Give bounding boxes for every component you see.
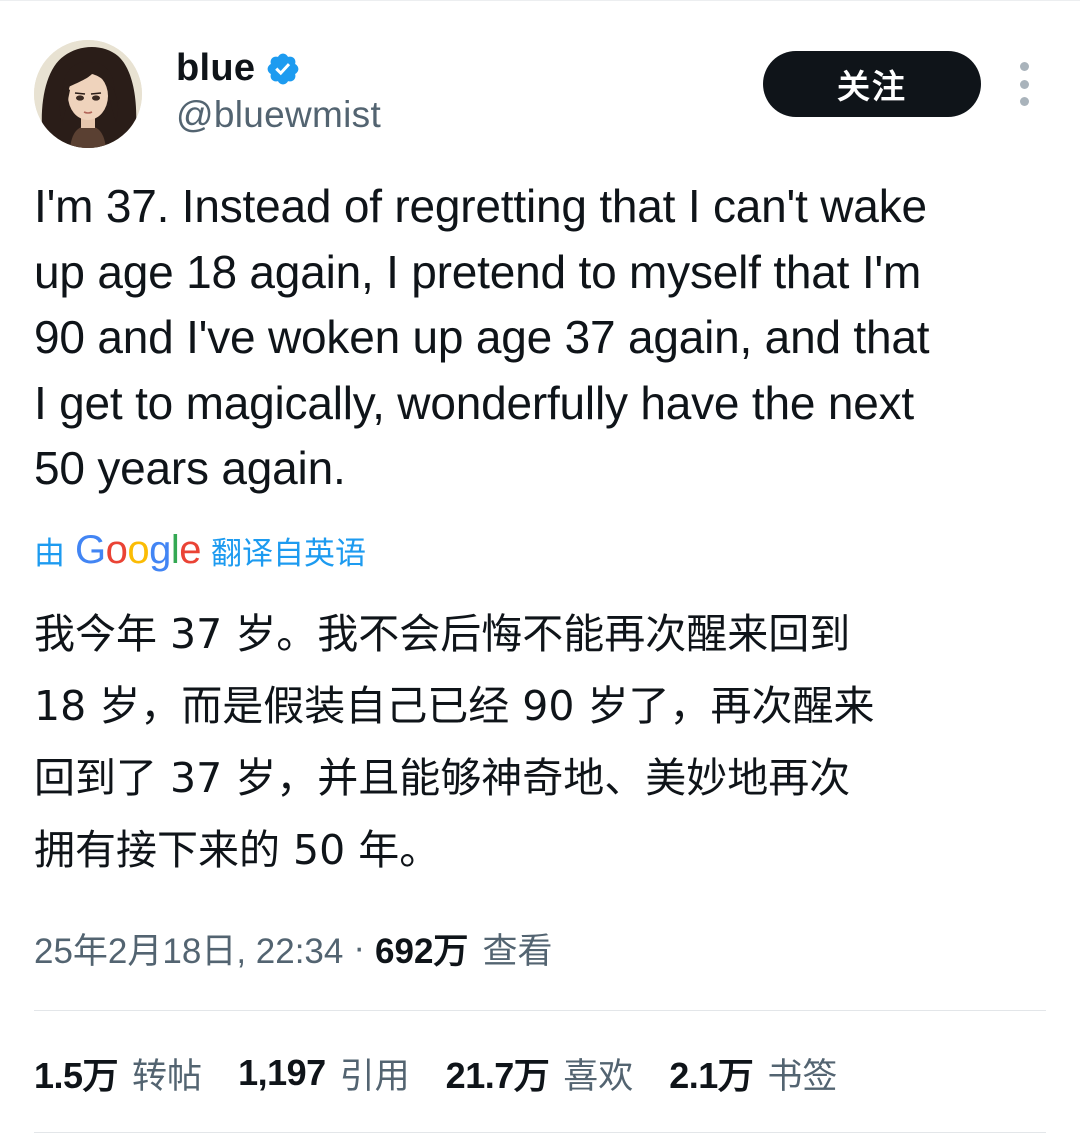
translated-text-line: 18 岁，而是假装自己已经 90 岁了，再次醒来	[34, 682, 875, 730]
more-dot	[1019, 79, 1029, 89]
google-letter: G	[75, 528, 106, 572]
views-label: 查看	[482, 931, 553, 972]
engagement-stats: 1.5万 转帖 1,197 引用 21.7万 喜欢 2.1万 书签	[34, 1044, 873, 1102]
translation-prefix: 由	[34, 535, 65, 572]
stat-count: 1.5万	[34, 1055, 119, 1096]
translated-text-line: 我今年 37 岁。我不会后悔不能再次醒来回到	[34, 610, 851, 658]
stat-reposts[interactable]: 1.5万 转帖	[34, 1047, 202, 1099]
top-divider	[0, 0, 1080, 1]
stat-label: 书签	[767, 1056, 838, 1097]
more-dot	[1019, 97, 1029, 106]
stats-divider	[34, 1132, 1046, 1133]
tweet-text-line: I'm 37. Instead of regretting that I can…	[34, 180, 927, 232]
tweet-timestamp[interactable]: 25年2月18日, 22:34	[34, 923, 343, 974]
tweet-text-line: 50 years again.	[34, 442, 346, 494]
tweet-text-line: 90 and I've woken up age 37 again, and t…	[34, 311, 930, 363]
meta-divider	[34, 1010, 1046, 1011]
views-count: 692万	[375, 931, 469, 971]
more-vertical-icon[interactable]	[1010, 62, 1038, 106]
google-letter: g	[149, 528, 171, 572]
follow-button[interactable]: 关注	[763, 51, 981, 117]
google-letter: l	[170, 528, 180, 572]
google-logo: Google	[75, 526, 202, 574]
google-letter: o	[127, 528, 150, 572]
translation-attribution[interactable]: 由 Google 翻译自英语	[34, 526, 366, 574]
tweet-text-line: I get to magically, wonderfully have the…	[34, 376, 914, 429]
stat-count: 2.1万	[669, 1055, 754, 1096]
stat-label: 引用	[339, 1056, 410, 1097]
stat-count: 21.7万	[445, 1055, 550, 1096]
tweet-text: I'm 37. Instead of regretting that I can…	[34, 174, 1044, 502]
stat-quotes[interactable]: 1,197 引用	[238, 1048, 410, 1099]
translated-text-line: 拥有接下来的 50 年。	[34, 826, 441, 874]
stat-label: 转帖	[132, 1056, 203, 1097]
translated-text-line: 回到了 37 岁，并且能够神奇地、美妙地再次	[34, 754, 851, 802]
stat-bookmarks[interactable]: 2.1万 书签	[669, 1047, 837, 1099]
more-dot	[1019, 62, 1029, 71]
google-letter: o	[105, 528, 128, 572]
user-handle[interactable]: @bluewmist	[176, 93, 381, 137]
avatar[interactable]	[34, 40, 142, 148]
display-name-row[interactable]: blue	[176, 42, 301, 94]
tweet-text-line: up age 18 again, I pretend to myself tha…	[34, 245, 922, 298]
avatar-illustration-icon	[34, 40, 142, 148]
google-letter: e	[179, 528, 202, 572]
stat-count: 1,197	[238, 1052, 326, 1093]
verified-badge-icon	[265, 51, 301, 87]
display-name[interactable]: blue	[176, 42, 255, 94]
translation-suffix: 翻译自英语	[211, 535, 367, 572]
meta-separator: ·	[353, 928, 366, 967]
tweet-meta: 25年2月18日, 22:34 · 692万 查看	[34, 920, 552, 976]
stat-likes[interactable]: 21.7万 喜欢	[446, 1047, 634, 1099]
stat-label: 喜欢	[563, 1056, 634, 1097]
translated-text: 我今年 37 岁。我不会后悔不能再次醒来回到 18 岁，而是假装自己已经 90 …	[34, 598, 1044, 886]
